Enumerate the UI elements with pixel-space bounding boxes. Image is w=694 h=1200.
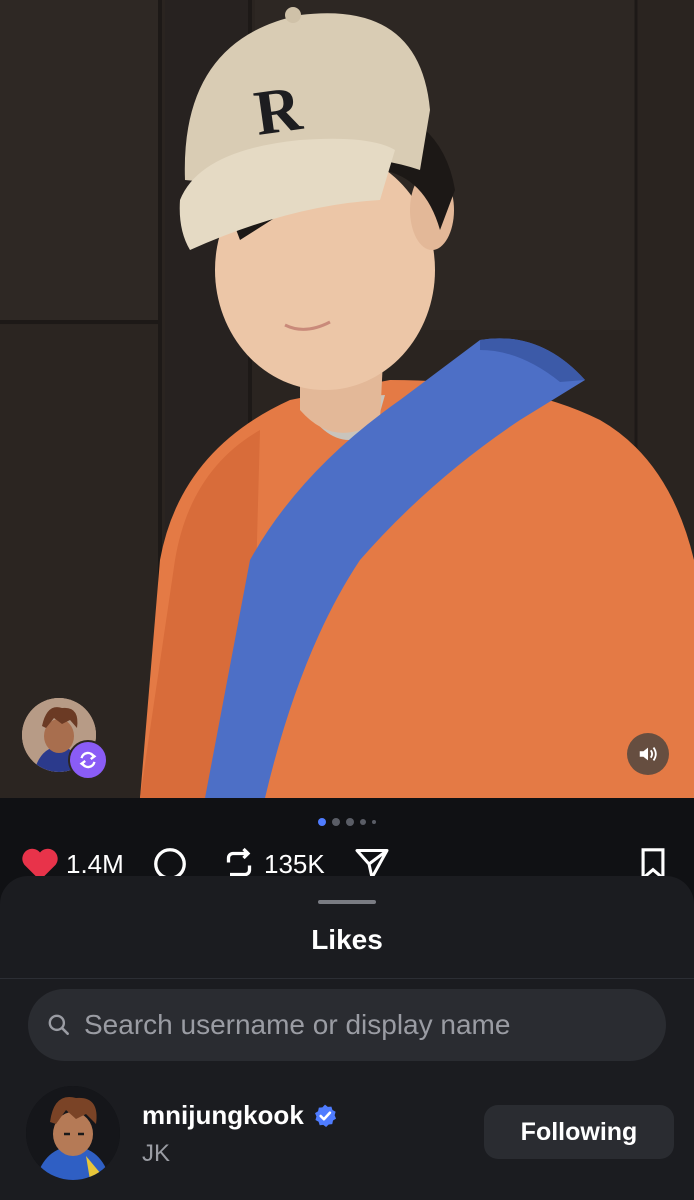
cartoon-avatar-icon: [26, 1086, 120, 1180]
like-count: 1.4M: [66, 848, 124, 879]
carousel-dot-active: [318, 818, 326, 826]
search-bar[interactable]: [28, 989, 666, 1061]
list-item[interactable]: mnijungkook JK Following: [0, 1082, 694, 1182]
username-text: mnijungkook: [142, 1100, 304, 1130]
divider: [0, 978, 694, 979]
sheet-drag-handle[interactable]: [318, 900, 376, 904]
search-input[interactable]: [82, 1008, 646, 1042]
carousel-indicator: [0, 818, 694, 826]
username[interactable]: mnijungkook: [142, 1100, 338, 1131]
speaker-icon[interactable]: [627, 733, 669, 775]
display-name: JK: [142, 1140, 171, 1167]
repost-count: 135K: [264, 848, 325, 879]
verified-icon: [314, 1104, 336, 1127]
likes-sheet: Likes mnijungkook JK Fo: [0, 876, 694, 1200]
sheet-title: Likes: [311, 924, 383, 955]
repost-badge-icon: [68, 740, 108, 780]
avatar[interactable]: [26, 1086, 120, 1180]
carousel-dot: [332, 818, 340, 826]
post-photo[interactable]: R: [0, 0, 694, 798]
carousel-dot: [360, 819, 366, 825]
search-icon: [48, 1014, 69, 1035]
following-button[interactable]: Following: [484, 1105, 674, 1159]
carousel-dot: [372, 820, 376, 824]
photo-illustration: R: [0, 0, 694, 798]
carousel-dot: [346, 818, 354, 826]
